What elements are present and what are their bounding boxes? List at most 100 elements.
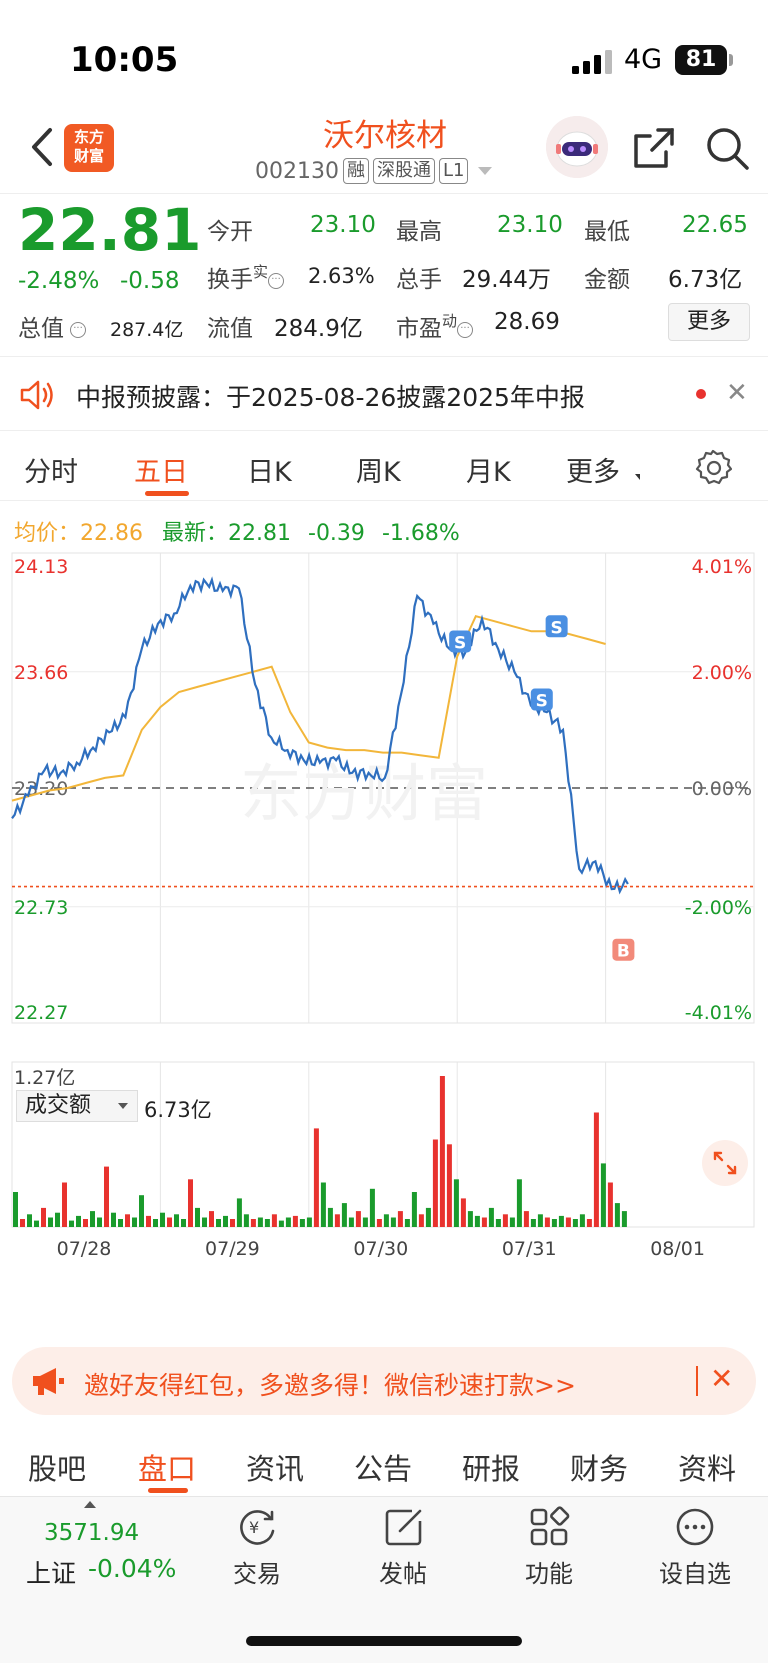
tab-announcements[interactable]: 公告 bbox=[354, 1446, 412, 1488]
chevron-down-icon bbox=[118, 1103, 128, 1109]
volume-bar bbox=[313, 1128, 319, 1227]
latest-value: 22.81 bbox=[228, 521, 291, 546]
assistant-avatar-icon[interactable] bbox=[546, 116, 608, 178]
open-label: 今开 bbox=[207, 219, 253, 245]
index-percent[interactable]: -0.04% bbox=[88, 1554, 176, 1583]
change-amount: -0.58 bbox=[120, 268, 180, 294]
volume-bar bbox=[76, 1215, 81, 1227]
promo-text[interactable]: 邀好友得红包，多邀多得！微信秒速打款>> bbox=[84, 1366, 576, 1402]
tab-daily-k[interactable]: 日K bbox=[247, 450, 292, 489]
nav-post-label[interactable]: 发帖 bbox=[348, 1554, 458, 1589]
volume-bar bbox=[167, 1217, 172, 1227]
volume-panel-border bbox=[11, 1061, 755, 1228]
volume-bar bbox=[474, 1215, 480, 1227]
y-tick-left: 23.66 bbox=[14, 662, 68, 684]
tab-profile[interactable]: 资料 bbox=[678, 1446, 736, 1488]
volume-bar bbox=[118, 1219, 123, 1227]
latest-label: 最新： bbox=[162, 521, 229, 546]
volume-bar bbox=[20, 1219, 25, 1227]
y-tick-right: 2.00% bbox=[692, 662, 752, 684]
volume-bar bbox=[125, 1214, 130, 1227]
stock-name[interactable]: 沃尔核材 bbox=[280, 110, 490, 155]
low-value: 22.65 bbox=[682, 212, 748, 238]
close-icon[interactable]: ✕ bbox=[710, 1362, 733, 1395]
tab-five-day[interactable]: 五日 bbox=[134, 450, 188, 489]
volume-bar bbox=[607, 1182, 613, 1227]
divider bbox=[0, 193, 768, 194]
more-dots-icon[interactable] bbox=[673, 1505, 717, 1549]
close-icon[interactable]: ✕ bbox=[726, 378, 748, 408]
pe-label[interactable]: 市盈动 ··· bbox=[396, 309, 474, 343]
tab-weekly-k[interactable]: 周K bbox=[356, 450, 401, 489]
y-tick-left: 24.13 bbox=[14, 556, 68, 578]
more-fields-button[interactable]: 更多 bbox=[668, 303, 750, 341]
volume-bar bbox=[460, 1198, 466, 1227]
volume-bar bbox=[523, 1211, 529, 1227]
apps-icon[interactable] bbox=[527, 1505, 571, 1549]
divider bbox=[696, 1366, 698, 1396]
status-time: 10:05 bbox=[70, 40, 179, 80]
nav-functions-label[interactable]: 功能 bbox=[494, 1554, 604, 1589]
tag-margin: 融 bbox=[342, 158, 369, 184]
volume-bar bbox=[90, 1211, 95, 1227]
volume-bar bbox=[565, 1217, 571, 1227]
volume-bar bbox=[62, 1182, 67, 1227]
expand-chart-button[interactable] bbox=[702, 1140, 748, 1186]
gear-icon[interactable] bbox=[694, 448, 732, 486]
current-price: 22.81 bbox=[18, 196, 202, 264]
volume-bar bbox=[299, 1219, 305, 1227]
change-percent: -2.48% bbox=[18, 268, 100, 294]
tab-news[interactable]: 资讯 bbox=[246, 1446, 304, 1488]
volume-bar bbox=[132, 1217, 137, 1227]
watermark-logo: 东方财富 bbox=[240, 757, 488, 830]
mktcap-label-text: 总值 bbox=[18, 316, 64, 342]
megaphone-icon bbox=[33, 1368, 64, 1395]
volume-total: 6.73亿 bbox=[144, 1098, 212, 1122]
notice-text[interactable]: 中报预披露：于2025-08-26披露2025年中报 bbox=[76, 378, 585, 414]
back-icon[interactable] bbox=[24, 122, 64, 172]
nav-watchlist-label[interactable]: 设自选 bbox=[640, 1554, 750, 1589]
tab-forum[interactable]: 股吧 bbox=[28, 1446, 86, 1488]
tab-research[interactable]: 研报 bbox=[462, 1446, 520, 1488]
volume-bar bbox=[250, 1219, 256, 1227]
volume-bar bbox=[369, 1188, 375, 1227]
x-tick-label: 07/29 bbox=[205, 1238, 260, 1260]
mktcap-label[interactable]: 总值 ··· bbox=[18, 309, 86, 343]
tab-more[interactable]: 更多 bbox=[566, 450, 620, 489]
volume-bar bbox=[439, 1076, 445, 1227]
volume-bar bbox=[572, 1219, 578, 1227]
tab-monthly-k[interactable]: 月K bbox=[466, 450, 511, 489]
pe-label-text: 市盈 bbox=[396, 316, 442, 342]
volume-bar bbox=[278, 1220, 284, 1227]
tab-finance[interactable]: 财务 bbox=[570, 1446, 628, 1488]
nav-trade-label[interactable]: 交易 bbox=[202, 1554, 312, 1589]
divider bbox=[0, 430, 768, 431]
price-line bbox=[11, 576, 629, 895]
high-value: 23.10 bbox=[497, 212, 563, 238]
volume-bar bbox=[362, 1217, 368, 1227]
volume-bar bbox=[418, 1214, 424, 1227]
volume-bar bbox=[97, 1217, 102, 1227]
trade-icon[interactable]: ¥ bbox=[235, 1505, 279, 1549]
index-name[interactable]: 上证 bbox=[26, 1554, 76, 1590]
tab-timeshare[interactable]: 分时 bbox=[24, 450, 78, 489]
volume-bar bbox=[614, 1203, 620, 1227]
five-day-chart[interactable]: 东方财富 24.13 4.01%23.66 2.00%23.20 0.00%22.73… bbox=[0, 545, 768, 1305]
y-tick-left: 22.73 bbox=[14, 897, 68, 919]
home-indicator bbox=[246, 1636, 522, 1646]
high-label: 最高 bbox=[396, 219, 442, 245]
volume-bar bbox=[446, 1144, 452, 1227]
signal-icon bbox=[572, 50, 612, 74]
share-icon[interactable] bbox=[630, 124, 678, 172]
app-logo[interactable]: 东方财富 bbox=[64, 124, 114, 172]
caret-up-icon[interactable] bbox=[84, 1501, 96, 1508]
stock-code-row[interactable]: 002130 融 深股通 L1 bbox=[255, 158, 493, 184]
turnover-label[interactable]: 换手实 ··· bbox=[207, 260, 285, 294]
tab-quote-detail[interactable]: 盘口 bbox=[138, 1446, 196, 1488]
volume-bar bbox=[558, 1215, 564, 1227]
volume-bar bbox=[348, 1217, 354, 1227]
compose-icon[interactable] bbox=[382, 1505, 426, 1549]
index-value[interactable]: 3571.94 bbox=[44, 1520, 139, 1546]
search-icon[interactable] bbox=[703, 124, 751, 172]
volume-bar bbox=[467, 1211, 473, 1227]
